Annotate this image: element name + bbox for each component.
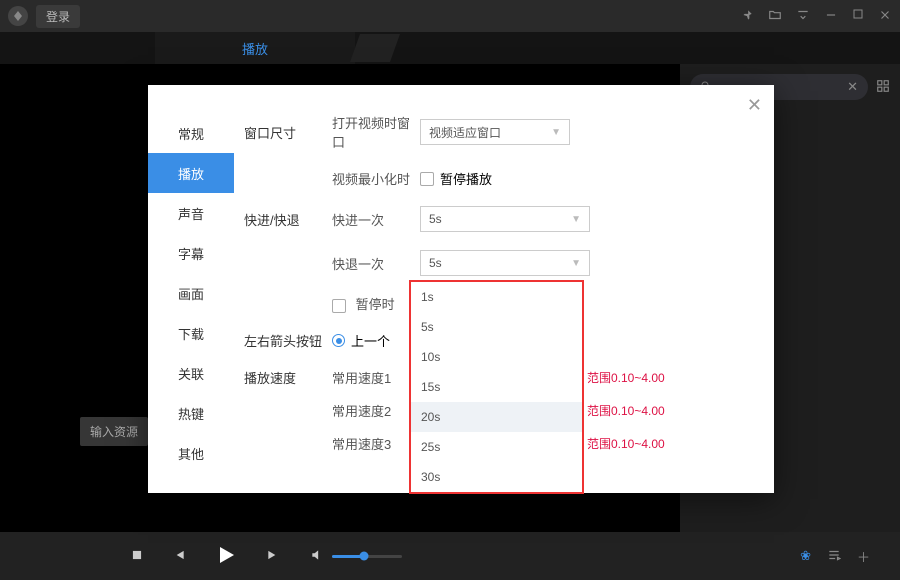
- sidebar-item-other[interactable]: 其他: [148, 433, 234, 473]
- maximize-icon[interactable]: [852, 8, 864, 25]
- sidebar-item-subtitle[interactable]: 字幕: [148, 233, 234, 273]
- play-button[interactable]: [214, 543, 238, 570]
- grid-icon[interactable]: [876, 79, 890, 96]
- dropdown-option[interactable]: 10s: [411, 342, 582, 372]
- tabbar: 播放: [0, 32, 900, 64]
- chevron-down-icon: ▼: [571, 258, 581, 269]
- dropdown-option[interactable]: 15s: [411, 372, 582, 402]
- add-icon[interactable]: ＋: [857, 547, 870, 566]
- dropdown-icon[interactable]: [796, 8, 810, 25]
- sidebar-item-playback[interactable]: 播放: [148, 153, 234, 193]
- section-ffrw: 快进/快退: [244, 210, 332, 229]
- label-prev-option: 上一个: [351, 331, 390, 350]
- next-button[interactable]: [266, 548, 280, 565]
- volume-slider[interactable]: [332, 555, 402, 558]
- label-forward: 快进一次: [332, 210, 420, 229]
- hint-speed3: 范围0.10~4.00: [587, 435, 665, 452]
- label-back: 快退一次: [332, 254, 420, 273]
- section-speed: 播放速度: [244, 368, 332, 387]
- settings-sidebar: 常规 播放 声音 字幕 画面 下载 关联 热键 其他: [148, 85, 234, 493]
- dropdown-option[interactable]: 25s: [411, 432, 582, 462]
- sidebar-item-sound[interactable]: 声音: [148, 193, 234, 233]
- dropdown-option[interactable]: 30s: [411, 462, 582, 492]
- section-window-size: 窗口尺寸: [244, 123, 332, 142]
- section-arrows: 左右箭头按钮: [244, 331, 332, 350]
- app-logo: [8, 6, 28, 26]
- player-bar: ❀ ＋: [0, 532, 900, 580]
- label-speed1: 常用速度1: [332, 368, 392, 387]
- checkbox-pause-when[interactable]: [332, 299, 346, 313]
- close-icon[interactable]: [878, 8, 892, 25]
- label-minimize: 视频最小化时: [332, 169, 420, 188]
- dialog-close-button[interactable]: ✕: [747, 95, 762, 116]
- sidebar-item-hotkey[interactable]: 热键: [148, 393, 234, 433]
- sidebar-item-general[interactable]: 常规: [148, 113, 234, 153]
- volume-control[interactable]: [310, 548, 402, 565]
- hint-speed1: 范围0.10~4.00: [587, 369, 665, 386]
- sidebar-item-download[interactable]: 下载: [148, 313, 234, 353]
- select-forward-step[interactable]: 5s ▼: [420, 206, 590, 232]
- chevron-down-icon: ▼: [571, 214, 581, 225]
- dropdown-option[interactable]: 1s: [411, 282, 582, 312]
- checkbox-pause-on-minimize[interactable]: [420, 172, 434, 186]
- label-pause-when: 暂停时: [356, 297, 395, 312]
- prev-button[interactable]: [172, 548, 186, 565]
- select-open-window-value: 视频适应窗口: [429, 124, 501, 141]
- dropdown-option[interactable]: 20s: [411, 402, 582, 432]
- chevron-down-icon: ▼: [551, 127, 561, 138]
- folder-icon[interactable]: [768, 8, 782, 25]
- dropdown-back-step-options: 1s 5s 10s 15s 20s 25s 30s: [409, 280, 584, 494]
- input-resource-hint[interactable]: 输入资源: [80, 417, 148, 446]
- select-forward-value: 5s: [429, 212, 442, 226]
- stop-button[interactable]: [130, 548, 144, 565]
- volume-icon: [310, 548, 324, 565]
- sidebar-item-picture[interactable]: 画面: [148, 273, 234, 313]
- select-back-step[interactable]: 5s ▼: [420, 250, 590, 276]
- label-pause-on-minimize: 暂停播放: [440, 169, 492, 188]
- playlist-icon[interactable]: [827, 548, 841, 565]
- clear-icon[interactable]: ✕: [847, 79, 858, 95]
- login-button[interactable]: 登录: [36, 5, 80, 28]
- dropdown-option[interactable]: 5s: [411, 312, 582, 342]
- label-speed3: 常用速度3: [332, 434, 392, 453]
- minimize-icon[interactable]: [824, 8, 838, 25]
- label-open-window: 打开视频时窗口: [332, 113, 420, 151]
- select-open-window[interactable]: 视频适应窗口 ▼: [420, 119, 570, 145]
- radio-prev-next[interactable]: [332, 334, 345, 347]
- hint-speed2: 范围0.10~4.00: [587, 402, 665, 419]
- paw-icon[interactable]: ❀: [800, 548, 811, 564]
- label-speed2: 常用速度2: [332, 401, 392, 420]
- titlebar: 登录: [0, 0, 900, 32]
- tab-new[interactable]: [350, 34, 400, 62]
- tab-play[interactable]: 播放: [155, 32, 355, 64]
- select-back-value: 5s: [429, 256, 442, 270]
- sidebar-item-assoc[interactable]: 关联: [148, 353, 234, 393]
- pin-icon[interactable]: [740, 8, 754, 25]
